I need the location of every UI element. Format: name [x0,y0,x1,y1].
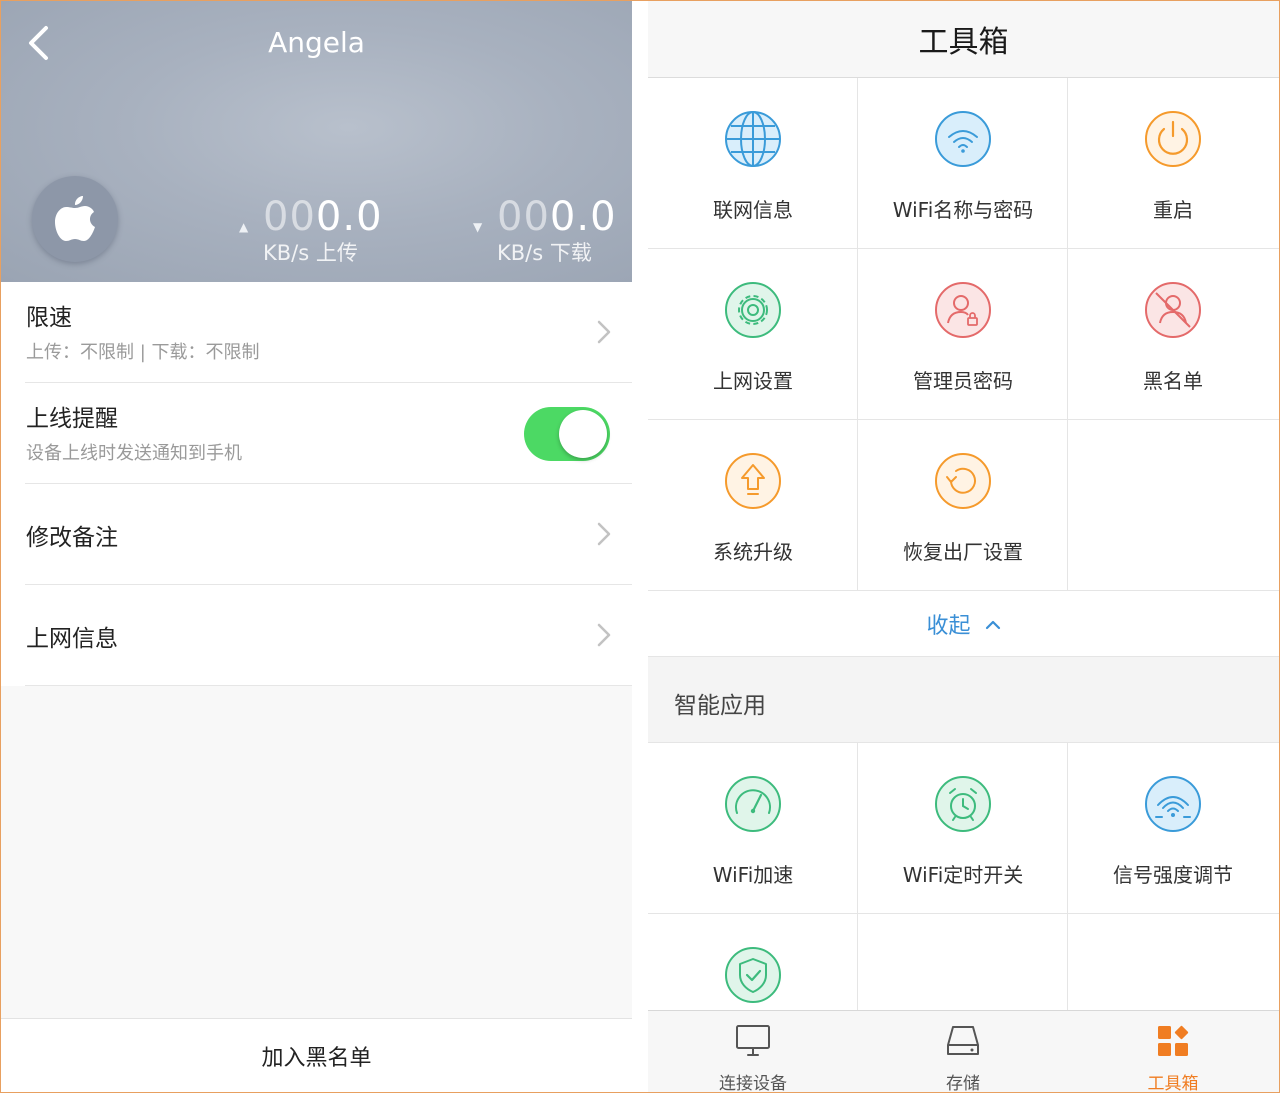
tool-network-info[interactable]: 联网信息 [648,78,858,249]
chevron-right-icon [597,623,611,647]
tool-label: 黑名单 [1143,369,1203,393]
device-settings-list: 限速 上传：不限制 | 下载：不限制 上线提醒 设备上线时发送通知到手机 修改备… [1,282,632,686]
download-arrow-icon: ▼ [473,220,483,234]
tool-label: 恢复出厂设置 [903,540,1023,564]
alarm-clock-icon [935,776,991,832]
storage-drive-icon [947,1026,979,1055]
online-alert-title: 上线提醒 [26,406,118,432]
upload-speed-unit: KB/s 上传 [263,241,358,265]
tools-grid: 联网信息 WiFi名称与密码 重启 上网设置 管理员密码 黑名单 系统升级 恢复… [648,78,1279,591]
chevron-up-icon [985,620,1000,629]
signal-strength-icon [1145,776,1201,832]
monitor-icon [736,1025,770,1056]
tab-label: 工具箱 [1147,1074,1199,1092]
upload-speed-value: 000.0 [263,194,383,240]
empty-cell [1068,914,1279,1011]
app-label: WiFi定时开关 [902,863,1024,887]
admin-lock-icon [935,282,991,338]
toggle-knob [559,410,607,458]
smart-apps-section-title: 智能应用 [674,693,766,719]
download-speed-value: 000.0 [497,194,617,240]
tool-label: 系统升级 [713,540,793,564]
app-signal-strength[interactable]: 信号强度调节 [1068,743,1279,914]
speed-limit-row[interactable]: 限速 上传：不限制 | 下载：不限制 [25,282,632,383]
apple-logo-icon [55,196,95,241]
tool-admin-password[interactable]: 管理员密码 [858,249,1068,420]
online-alert-toggle[interactable] [524,407,610,461]
download-speed: ▼ 000.0 KB/s 下载 [473,194,623,274]
tool-internet-settings[interactable]: 上网设置 [648,249,858,420]
edit-note-title: 修改备注 [26,525,118,551]
tool-wifi-password[interactable]: WiFi名称与密码 [858,78,1068,249]
bottom-tab-bar: 连接设备 存储 工具箱 [648,1010,1279,1092]
app-label: WiFi加速 [712,863,794,887]
tool-label: 上网设置 [713,369,793,393]
tool-system-upgrade[interactable]: 系统升级 [648,420,858,591]
device-detail-screen: Angela ▲ 000.0 KB/s 上传 ▼ 000.0 KB/s 下载 限… [1,1,632,1092]
app-wifi-boost[interactable]: WiFi加速 [648,743,858,914]
shield-check-icon [725,947,781,1003]
tab-storage[interactable]: 存储 [858,1011,1068,1092]
tool-blacklist[interactable]: 黑名单 [1068,249,1279,420]
upload-value-main: 0.0 [315,194,383,240]
download-speed-unit: KB/s 下载 [497,241,592,265]
tool-label: WiFi名称与密码 [892,198,1034,222]
speedometer-icon [725,776,781,832]
add-to-blacklist-button[interactable]: 加入黑名单 [1,1018,632,1092]
chevron-right-icon [597,522,611,546]
download-value-main: 0.0 [549,194,617,240]
upload-arrow-icon: ▲ [239,220,249,234]
net-info-title: 上网信息 [26,626,118,652]
upload-value-leading: 00 [263,194,316,240]
upgrade-arrow-icon [725,453,781,509]
tool-label: 联网信息 [713,198,793,222]
toolbox-icon [1158,1025,1189,1056]
tab-toolbox[interactable]: 工具箱 [1068,1011,1279,1092]
collapse-button[interactable]: 收起 [648,591,1279,657]
tab-connected-devices[interactable]: 连接设备 [648,1011,858,1092]
globe-icon [725,111,781,167]
toolbox-title: 工具箱 [648,1,1279,78]
restore-icon [935,453,991,509]
device-header: Angela ▲ 000.0 KB/s 上传 ▼ 000.0 KB/s 下载 [1,1,632,282]
empty-cell [858,914,1068,1011]
device-name-title: Angela [268,26,365,59]
tool-label: 重启 [1153,198,1193,222]
net-info-row[interactable]: 上网信息 [25,585,632,686]
chevron-right-icon [597,320,611,344]
download-value-leading: 00 [497,194,550,240]
power-icon [1145,111,1201,167]
app-label: 信号强度调节 [1113,863,1233,887]
online-alert-subtitle: 设备上线时发送通知到手机 [26,443,242,464]
speed-limit-subtitle: 上传：不限制 | 下载：不限制 [26,342,260,363]
tool-label: 管理员密码 [913,369,1013,393]
upload-speed: ▲ 000.0 KB/s 上传 [239,194,389,274]
collapse-label: 收起 [926,613,971,639]
wifi-icon [935,111,991,167]
gear-icon [725,282,781,338]
toolbox-screen: 工具箱 联网信息 WiFi名称与密码 重启 上网设置 管理员密码 黑名单 系统升… [648,1,1279,1092]
edit-note-row[interactable]: 修改备注 [25,484,632,585]
user-blocked-icon [1145,282,1201,338]
speed-limit-title: 限速 [26,305,72,331]
tool-factory-reset[interactable]: 恢复出厂设置 [858,420,1068,591]
device-avatar [32,176,118,262]
tab-label: 存储 [946,1074,980,1092]
smart-apps-grid: WiFi加速 WiFi定时开关 信号强度调节 [648,742,1279,1011]
app-wifi-timer[interactable]: WiFi定时开关 [858,743,1068,914]
app-security[interactable] [648,914,858,1011]
tool-reboot[interactable]: 重启 [1068,78,1279,249]
tab-label: 连接设备 [719,1074,787,1092]
empty-cell [1068,420,1279,591]
online-alert-row: 上线提醒 设备上线时发送通知到手机 [25,383,632,484]
